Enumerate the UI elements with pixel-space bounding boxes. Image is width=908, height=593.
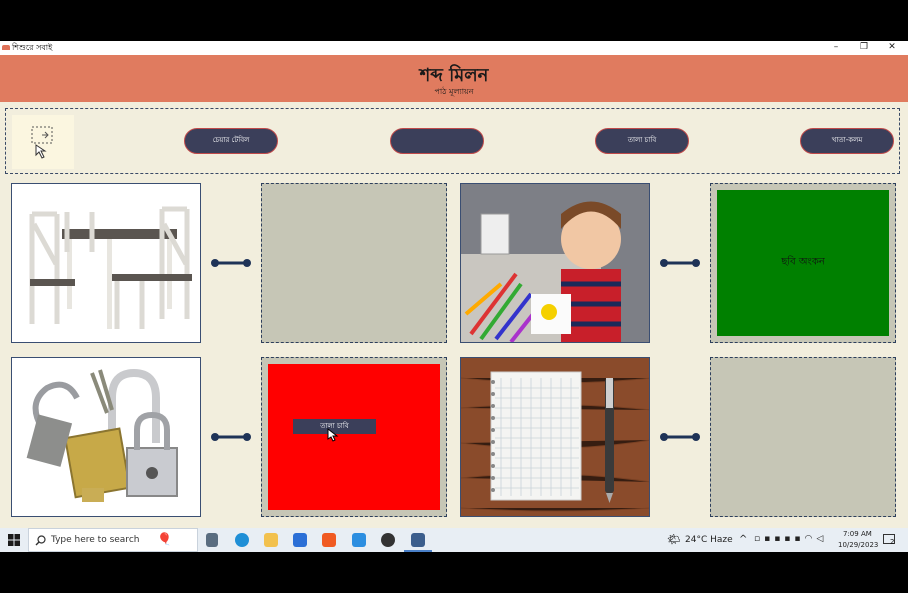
image-padlocks [11, 357, 201, 517]
taskbar-search-box[interactable]: Type here to search 🎈 [28, 528, 198, 552]
task-view-icon[interactable] [206, 533, 218, 547]
drop-slot-3[interactable] [261, 357, 447, 517]
active-app-indicator [404, 550, 432, 552]
taskbar: Type here to search 🎈 🌤 24°C Haze ^ ▫▪▪▪… [0, 528, 908, 552]
app-header: শব্দ মিলন পাঠ মূল্যায়ন [0, 55, 908, 102]
tray-chevron-icon[interactable]: ^ [739, 534, 747, 545]
microsoft-store-icon[interactable] [293, 533, 307, 547]
drag-hint-icon [12, 115, 74, 169]
edge-browser-icon[interactable] [235, 533, 249, 547]
clock-date[interactable]: 10/29/2023 [838, 541, 878, 549]
minimize-button[interactable]: – [822, 41, 850, 55]
brave-browser-icon[interactable] [322, 533, 336, 547]
close-button[interactable]: ✕ [878, 41, 906, 55]
restore-button[interactable]: ❐ [850, 41, 878, 55]
image-child-drawing [460, 183, 650, 343]
image-notebook-pen [460, 357, 650, 517]
drop-slot-1[interactable] [261, 183, 447, 343]
word-button-chair-table[interactable]: চেয়ার টেবিল [184, 128, 278, 154]
connector-icon [211, 433, 251, 441]
word-button-empty[interactable] [390, 128, 484, 154]
python-app-icon[interactable] [411, 533, 425, 547]
windows-start-icon[interactable] [8, 534, 20, 546]
weather-text[interactable]: 24°C Haze [685, 535, 733, 545]
search-highlight-icon: 🎈 [157, 532, 172, 546]
search-placeholder: Type here to search [51, 535, 140, 545]
drop-slot-fill-wrong [268, 364, 440, 510]
drop-slot-fill [268, 190, 440, 336]
file-explorer-icon[interactable] [264, 533, 278, 547]
connector-icon [660, 433, 700, 441]
app-icon-dark[interactable] [381, 533, 395, 547]
drop-slot-4[interactable] [710, 357, 896, 517]
slot-answer-text: ছবি অংকন [781, 256, 825, 268]
weather-icon: 🌤 [667, 533, 681, 546]
page-subtitle: পাঠ মূল্যায়ন [434, 87, 474, 96]
notification-count: 2 [890, 538, 895, 546]
connector-icon [211, 259, 251, 267]
drop-slot-2[interactable]: ছবি অংকন [710, 183, 896, 343]
cursor-icon [327, 428, 339, 442]
window-titlebar: শিশুরে সবাই – ❐ ✕ [0, 41, 908, 55]
clock-time[interactable]: 7:09 AM [843, 530, 872, 538]
word-button-notebook-pen[interactable]: খাতা-কলম [800, 128, 894, 154]
connector-icon [660, 259, 700, 267]
tray-icons[interactable]: ▫▪▪▪▪◠◁ [754, 534, 827, 544]
image-dining-table [11, 183, 201, 343]
word-button-lock-key[interactable]: তালা চাবি [595, 128, 689, 154]
app-icon [2, 45, 10, 50]
window-title: শিশুরে সবাই [12, 43, 53, 52]
search-icon [35, 535, 46, 546]
vscode-icon[interactable] [352, 533, 366, 547]
drop-slot-fill-correct: ছবি অংকন [717, 190, 889, 336]
